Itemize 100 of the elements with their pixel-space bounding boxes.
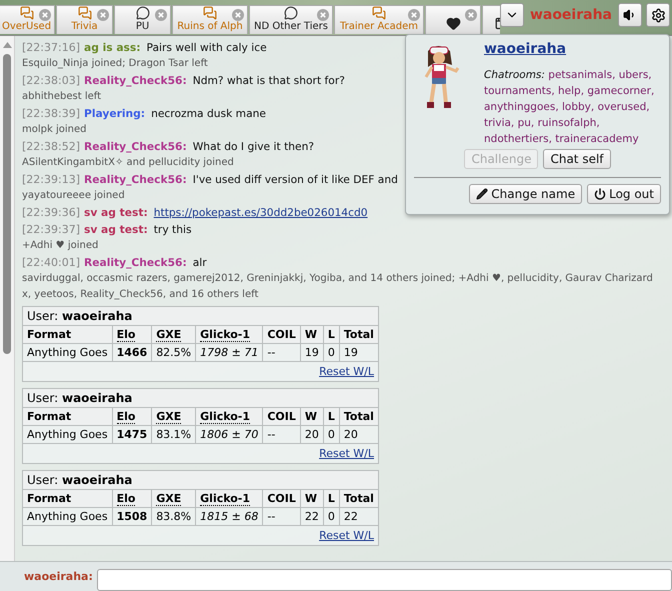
scroll-up-icon[interactable] xyxy=(2,42,12,48)
timestamp: [22:39:37] xyxy=(22,223,80,236)
room-tab[interactable]: Trivia xyxy=(56,5,113,34)
join-leave-notice: +Adhi ♥ joined xyxy=(22,239,98,253)
close-icon[interactable] xyxy=(317,9,329,21)
join-leave-notice: abhithebest left xyxy=(22,90,102,104)
profile-name-link[interactable]: waoeiraha xyxy=(484,41,659,57)
room-tab[interactable]: OverUsed xyxy=(0,5,55,34)
room-tab[interactable] xyxy=(425,5,481,34)
table-cell: -- xyxy=(262,508,300,526)
column-header: W xyxy=(300,326,324,344)
table-cell: 22 xyxy=(300,508,324,526)
room-tab[interactable]: Ruins of Alph xyxy=(172,5,248,34)
column-header: Glicko-1 xyxy=(196,326,263,344)
chat-bubbles-icon xyxy=(20,6,34,20)
user-name[interactable]: Reality_Check56: xyxy=(84,74,187,87)
room-tab[interactable]: ND Other Tiers xyxy=(249,5,333,34)
table-cell: 1806 ± 70 xyxy=(196,426,263,444)
change-name-button[interactable]: Change name xyxy=(469,184,582,204)
close-icon[interactable] xyxy=(39,9,51,21)
timestamp: [22:39:36] xyxy=(22,206,80,219)
column-header: Total xyxy=(339,408,378,426)
table-cell: 1466 xyxy=(112,344,152,362)
table-cell: Anything Goes xyxy=(22,426,112,444)
table-cell: 1798 ± 71 xyxy=(196,344,263,362)
settings-button[interactable] xyxy=(646,3,670,27)
column-header: GXE xyxy=(152,408,196,426)
column-header: GXE xyxy=(152,326,196,344)
chatrooms-list: Chatrooms: petsanimals, ubers, tournaments, help, gamecorner, anythinggoes, lobby, overused, trivia, pu, ruinsofalph, ndothertiers, traineracademy xyxy=(484,67,659,147)
column-header: Glicko-1 xyxy=(196,490,263,508)
user-heading: User: waoeiraha xyxy=(22,388,378,408)
table-cell: 20 xyxy=(300,426,324,444)
message-text: Pairs well with caly ice xyxy=(146,41,267,54)
column-header: COIL xyxy=(262,326,300,344)
log-out-button[interactable]: Log out xyxy=(587,184,661,204)
table-cell: 19 xyxy=(300,344,324,362)
close-icon[interactable] xyxy=(465,9,477,21)
column-header: COIL xyxy=(262,490,300,508)
join-leave-notice: Esquilo_Ninja joined; Dragon Tsar left xyxy=(22,57,208,71)
column-header: Format xyxy=(22,490,112,508)
reset-link[interactable]: Reset W/L xyxy=(319,447,374,460)
timestamp: [22:39:13] xyxy=(22,173,80,186)
table-cell: 0 xyxy=(323,426,340,444)
table-cell: Anything Goes xyxy=(22,508,112,526)
close-icon[interactable] xyxy=(232,9,244,21)
table-cell: 82.5% xyxy=(152,344,196,362)
scrollbar-thumb[interactable] xyxy=(3,54,11,354)
table-cell: 22 xyxy=(339,508,378,526)
message-link[interactable]: https://pokepast.es/30dd2be026014cd0 xyxy=(154,206,368,219)
message-text: try this xyxy=(154,223,192,236)
join-leave-notice: ASilentKingambitX✧ and pellucidity joined xyxy=(22,156,234,170)
column-header: Total xyxy=(339,490,378,508)
table-cell: 0 xyxy=(323,344,340,362)
chat-bubble-icon xyxy=(284,6,298,20)
timestamp: [22:40:01] xyxy=(22,256,80,269)
pencil-icon xyxy=(476,188,488,200)
popup-button[interactable]: Chat self xyxy=(543,149,611,169)
reset-link[interactable]: Reset W/L xyxy=(319,365,374,378)
table-cell: -- xyxy=(262,426,300,444)
table-cell: 1508 xyxy=(112,508,152,526)
user-name[interactable]: Playering: xyxy=(84,107,146,120)
message-text: I've used diff version of it like DEF and xyxy=(192,173,398,186)
user-name[interactable]: sv ag test: xyxy=(84,223,148,236)
close-icon[interactable] xyxy=(408,9,420,21)
join-leave-notice: yayatoureeee joined xyxy=(22,189,125,203)
column-header: Elo xyxy=(112,408,152,426)
column-header: Elo xyxy=(112,326,152,344)
timestamp: [22:38:39] xyxy=(22,107,80,120)
scrollbar[interactable] xyxy=(0,36,15,561)
table-cell: 83.8% xyxy=(152,508,196,526)
close-icon[interactable] xyxy=(155,9,167,21)
table-cell: Anything Goes xyxy=(22,344,112,362)
close-icon[interactable] xyxy=(97,9,109,21)
column-header: W xyxy=(300,490,324,508)
table-cell: 0 xyxy=(323,508,340,526)
reset-link[interactable]: Reset W/L xyxy=(319,529,374,542)
timestamp: [22:37:16] xyxy=(22,41,80,54)
sound-button[interactable] xyxy=(618,3,642,27)
timestamp: [22:38:52] xyxy=(22,140,80,153)
table-cell: -- xyxy=(262,344,300,362)
message-text: What do I give it then? xyxy=(192,140,314,153)
dropdown-button[interactable] xyxy=(500,3,524,27)
room-tab[interactable]: Trainer Academ xyxy=(334,5,424,34)
column-header: W xyxy=(300,408,324,426)
column-header: Glicko-1 xyxy=(196,408,263,426)
column-header: Elo xyxy=(112,490,152,508)
message-text: Ndm? what is that short for? xyxy=(192,74,345,87)
chat-bubble-icon xyxy=(136,6,150,20)
user-name[interactable]: ag is ass: xyxy=(84,41,141,54)
power-icon xyxy=(594,188,606,200)
message-text: alr xyxy=(192,256,207,269)
composer-label: waoeiraha: xyxy=(24,570,93,583)
user-name[interactable]: Reality_Check56: xyxy=(84,140,187,153)
message-input[interactable] xyxy=(96,568,672,590)
user-name[interactable]: Reality_Check56: xyxy=(84,173,187,186)
user-name[interactable]: sv ag test: xyxy=(84,206,148,219)
chat-bubbles-icon xyxy=(78,6,92,20)
user-name[interactable]: Reality_Check56: xyxy=(84,256,187,269)
room-tab[interactable]: PU xyxy=(114,5,171,34)
column-header: GXE xyxy=(152,490,196,508)
